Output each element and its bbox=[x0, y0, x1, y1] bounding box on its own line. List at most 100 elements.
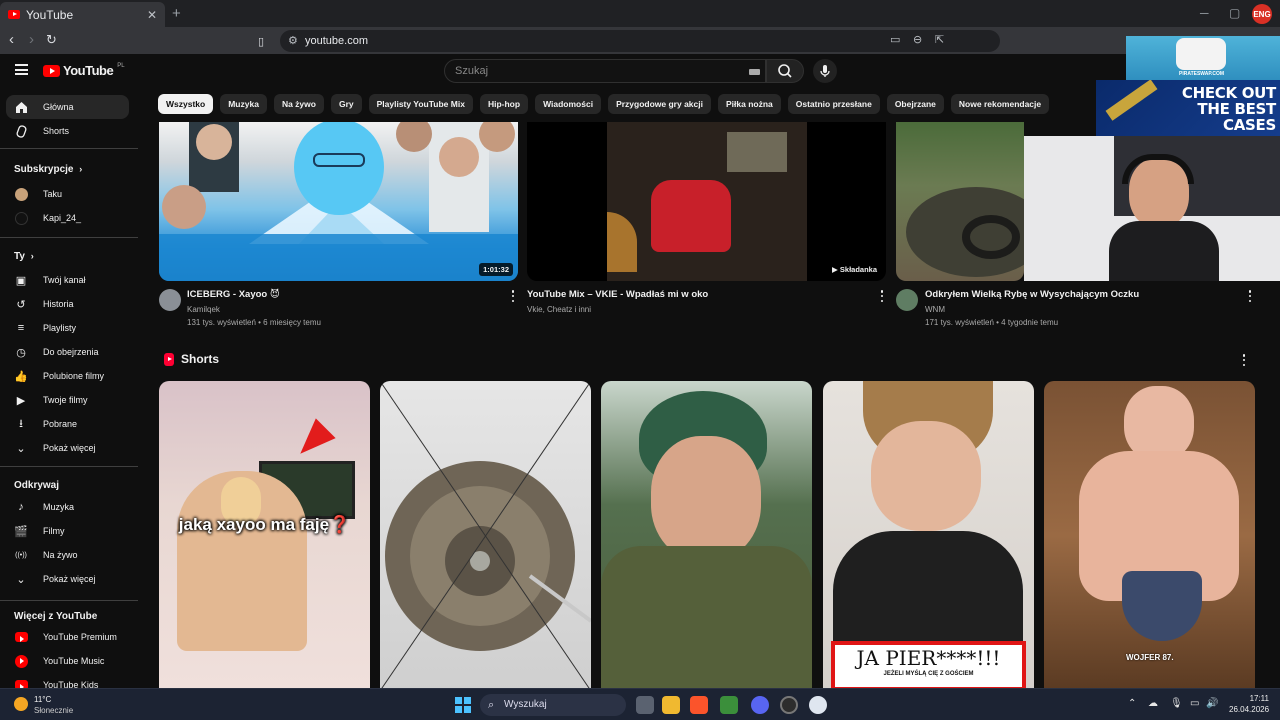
maximize-icon[interactable]: ▢ bbox=[1229, 6, 1240, 20]
steam-icon[interactable] bbox=[780, 696, 798, 714]
clock[interactable]: 17:11 26.04.2026 bbox=[1229, 694, 1269, 714]
channel-name[interactable]: WNM bbox=[925, 305, 945, 314]
more-actions-icon[interactable] bbox=[1248, 290, 1252, 302]
brave-icon[interactable] bbox=[690, 696, 708, 714]
forward-icon[interactable]: › bbox=[29, 32, 34, 48]
sidebar-item-subscription[interactable]: Kapi_24_ bbox=[6, 206, 129, 230]
zoom-icon[interactable]: ⊖ bbox=[913, 33, 922, 46]
sidebar-item-historia[interactable]: ↺ Historia bbox=[6, 292, 129, 316]
search-icon: ⌕ bbox=[488, 699, 495, 711]
more-actions-icon[interactable] bbox=[1242, 354, 1246, 366]
search-box[interactable] bbox=[444, 59, 766, 83]
sidebar-item-youtube-music[interactable]: YouTube Music bbox=[6, 649, 129, 673]
sidebar-item-do-obejrzenia[interactable]: ◷ Do obejrzenia bbox=[6, 340, 129, 364]
share-icon[interactable]: ⇱ bbox=[935, 33, 944, 46]
short-card[interactable] bbox=[601, 381, 812, 691]
weather-icon[interactable] bbox=[14, 697, 28, 711]
video-thumbnail[interactable]: ▶ Składanka bbox=[527, 122, 886, 281]
sidebar-item-polubione-filmy[interactable]: 👍 Polubione filmy bbox=[6, 364, 129, 388]
short-card[interactable] bbox=[380, 381, 591, 691]
site-info-icon[interactable]: ⚙ bbox=[288, 30, 298, 52]
search-button[interactable] bbox=[766, 59, 804, 83]
sidebar-item-youtube-kids[interactable]: YouTube Kids bbox=[6, 673, 129, 688]
menu-icon[interactable] bbox=[15, 64, 28, 75]
sidebar-item-twój-kanał[interactable]: ▣ Twój kanał bbox=[6, 268, 129, 292]
sidebar-item-label: Muzyka bbox=[43, 502, 75, 512]
minimize-icon[interactable]: ─ bbox=[1200, 6, 1209, 20]
tray-chevron-icon[interactable]: ⌃ bbox=[1128, 698, 1136, 709]
short-card[interactable]: JA PIER****!!! JEŻELI MYŚLĄ CIĘ Z GOŚCIE… bbox=[823, 381, 1034, 691]
sidebar-item-pokaż-więcej[interactable]: ⌄ Pokaż więcej bbox=[6, 436, 129, 460]
subscriptions-heading[interactable]: Subskrypcje › bbox=[14, 164, 82, 175]
more-actions-icon[interactable] bbox=[880, 290, 884, 302]
app-icon[interactable] bbox=[720, 696, 738, 714]
browser-tab[interactable]: YouTube ✕ bbox=[0, 2, 165, 27]
chip-na-żywo[interactable]: Na żywo bbox=[273, 94, 324, 114]
chip-hip-hop[interactable]: Hip-hop bbox=[479, 94, 529, 114]
channel-name[interactable]: Vkie, Cheatz i inni bbox=[527, 305, 591, 314]
face-art bbox=[1124, 386, 1194, 461]
search-input[interactable] bbox=[445, 60, 765, 82]
chip-muzyka[interactable]: Muzyka bbox=[220, 94, 267, 114]
sidebar-item-subscription[interactable]: Taku bbox=[6, 182, 129, 206]
channel-name[interactable]: Kamilqek bbox=[187, 305, 220, 314]
cloud-icon[interactable]: ☁ bbox=[1148, 698, 1158, 709]
voice-search-button[interactable] bbox=[813, 59, 837, 83]
discord-icon[interactable] bbox=[751, 696, 769, 714]
app-icon[interactable] bbox=[809, 696, 827, 714]
sidebar-item-shorts[interactable]: Shorts bbox=[6, 119, 129, 143]
you-heading[interactable]: Ty › bbox=[14, 251, 34, 262]
sidebar-item-twoje-filmy[interactable]: ▶ Twoje filmy bbox=[6, 388, 129, 412]
chip-przygodowe-gry-akcji[interactable]: Przygodowe gry akcji bbox=[608, 94, 711, 114]
chip-nowe-rekomendacje[interactable]: Nowe rekomendacje bbox=[950, 94, 1050, 114]
short-card[interactable]: jaką xayoo ma faję❓ bbox=[159, 381, 370, 691]
video-title[interactable]: ICEBERG - Xayoo 😈 bbox=[187, 289, 280, 300]
file-explorer-icon[interactable] bbox=[662, 696, 680, 714]
reload-icon[interactable]: ↻ bbox=[46, 32, 57, 48]
microphone-icon[interactable]: 🎙 bbox=[1170, 698, 1183, 709]
sidebar-item-playlisty[interactable]: ≡ Playlisty bbox=[6, 316, 129, 340]
sidebar-item-label: Pokaż więcej bbox=[43, 443, 96, 453]
video-thumbnail[interactable]: 1:01:32 bbox=[159, 122, 518, 281]
weather-desc[interactable]: Słonecznie bbox=[34, 706, 73, 715]
ad-banner-cases[interactable]: CHECK OUT THE BEST CASES bbox=[1096, 80, 1280, 136]
short-card[interactable]: WOJFER 87. bbox=[1044, 381, 1255, 691]
sidebar-item-home[interactable]: Główna bbox=[6, 95, 129, 119]
youtube-logo[interactable]: YouTube PL bbox=[43, 63, 125, 78]
bookmark-icon[interactable]: ▯ bbox=[258, 34, 264, 50]
chip-playlisty-youtube-mix[interactable]: Playlisty YouTube Mix bbox=[368, 94, 473, 114]
back-icon[interactable]: ‹ bbox=[9, 32, 14, 48]
channel-avatar[interactable] bbox=[896, 289, 918, 311]
chip-obejrzane[interactable]: Obejrzane bbox=[886, 94, 944, 114]
network-icon[interactable]: ▭ bbox=[1190, 698, 1199, 709]
chip-wszystko[interactable]: Wszystko bbox=[158, 94, 214, 114]
video-thumbnail[interactable] bbox=[896, 122, 1024, 281]
face-art bbox=[651, 436, 761, 561]
close-tab-icon[interactable]: ✕ bbox=[147, 8, 157, 22]
windows-start-icon[interactable] bbox=[455, 697, 471, 713]
sidebar-item-pokaż-więcej[interactable]: ⌄ Pokaż więcej bbox=[6, 567, 129, 591]
chip-wiadomości[interactable]: Wiadomości bbox=[535, 94, 602, 114]
new-tab-button[interactable]: + bbox=[172, 5, 181, 22]
sidebar-item-filmy[interactable]: 🎬 Filmy bbox=[6, 519, 129, 543]
chip-piłka-nożna[interactable]: Piłka nożna bbox=[717, 94, 781, 114]
more-actions-icon[interactable] bbox=[511, 290, 515, 302]
keyboard-icon[interactable] bbox=[749, 69, 760, 75]
profile-badge[interactable]: ENG bbox=[1252, 4, 1272, 24]
volume-icon[interactable]: 🔊 bbox=[1206, 698, 1218, 709]
sidebar-item-pobrane[interactable]: ⭳ Pobrane bbox=[6, 412, 129, 436]
task-view-icon[interactable] bbox=[636, 696, 654, 714]
sidebar-item-muzyka[interactable]: ♪ Muzyka bbox=[6, 495, 129, 519]
cast-icon[interactable]: ▭ bbox=[890, 33, 900, 46]
sidebar-item-na-żywo[interactable]: ((•)) Na żywo bbox=[6, 543, 129, 567]
video-title[interactable]: YouTube Mix – VKIE - Wpadłaś mi w oko bbox=[527, 289, 708, 300]
channel-avatar[interactable] bbox=[159, 289, 181, 311]
taskbar-search[interactable]: ⌕ Wyszukaj bbox=[480, 694, 626, 716]
weather-temp[interactable]: 11°C bbox=[34, 695, 51, 704]
sidebar-item-youtube-premium[interactable]: YouTube Premium bbox=[6, 625, 129, 649]
sidebar-item-label: YouTube Premium bbox=[43, 632, 117, 642]
chip-gry[interactable]: Gry bbox=[330, 94, 362, 114]
ad-banner-top[interactable]: PIRATESWAP.COM bbox=[1126, 36, 1280, 80]
video-title[interactable]: Odkryłem Wielką Rybę w Wysychającym Oczk… bbox=[925, 289, 1139, 300]
chip-ostatnio-przesłane[interactable]: Ostatnio przesłane bbox=[787, 94, 880, 114]
